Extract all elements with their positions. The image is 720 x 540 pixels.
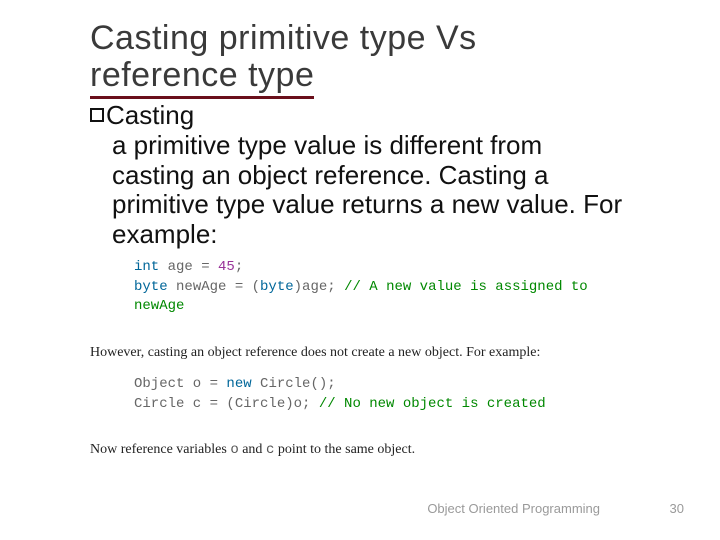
code-block-2: Object o = new Circle(); Circle c = (Cir…	[134, 375, 630, 414]
code-text: Circle c = (Circle)o;	[134, 396, 319, 412]
prose-text: Now reference variables	[90, 442, 230, 457]
slide-number: 30	[670, 501, 684, 516]
body-clip: Casting a primitive type value is differ…	[90, 101, 630, 250]
code-keyword: int	[134, 259, 159, 275]
code-text: Circle();	[252, 376, 336, 392]
code-text: age =	[159, 259, 218, 275]
code-number: 45	[218, 259, 235, 275]
prose-2: Now reference variables o and c point to…	[90, 442, 630, 458]
code-line: int age = 45;	[134, 258, 630, 278]
prose-1: However, casting an object reference doe…	[90, 345, 630, 361]
code-text: )age;	[294, 279, 344, 295]
code-text: Object o =	[134, 376, 226, 392]
prose-text: However, casting an object reference doe…	[90, 345, 540, 360]
code-keyword: new	[226, 376, 251, 392]
title-line-2: reference type	[90, 56, 314, 99]
code-line: Circle c = (Circle)o; // No new object i…	[134, 395, 630, 415]
code-block-1: int age = 45; byte newAge = (byte)age; /…	[134, 258, 630, 317]
body-paragraph: Casting a primitive type value is differ…	[90, 101, 630, 250]
prose-text: and	[239, 442, 266, 457]
slide: Casting primitive type Vs reference type…	[0, 0, 720, 540]
content-lower: int age = 45; byte newAge = (byte)age; /…	[90, 258, 630, 458]
prose-text: point to the same object.	[274, 442, 415, 457]
code-keyword: byte	[260, 279, 294, 295]
code-line: Object o = new Circle();	[134, 375, 630, 395]
body-rest: a primitive type value is different from…	[90, 131, 630, 251]
code-text: ;	[235, 259, 243, 275]
slide-title: Casting primitive type Vs reference type	[90, 20, 630, 95]
code-text: newAge = (	[168, 279, 260, 295]
code-var: o	[230, 442, 238, 458]
code-keyword: byte	[134, 279, 168, 295]
code-line: byte newAge = (byte)age; // A new value …	[134, 278, 630, 317]
footer-label: Object Oriented Programming	[427, 501, 600, 516]
body-first-word: Casting	[106, 101, 194, 130]
title-line-1: Casting primitive type Vs	[90, 19, 477, 57]
bullet-square-icon	[90, 108, 104, 122]
code-comment: // No new object is created	[319, 396, 546, 412]
